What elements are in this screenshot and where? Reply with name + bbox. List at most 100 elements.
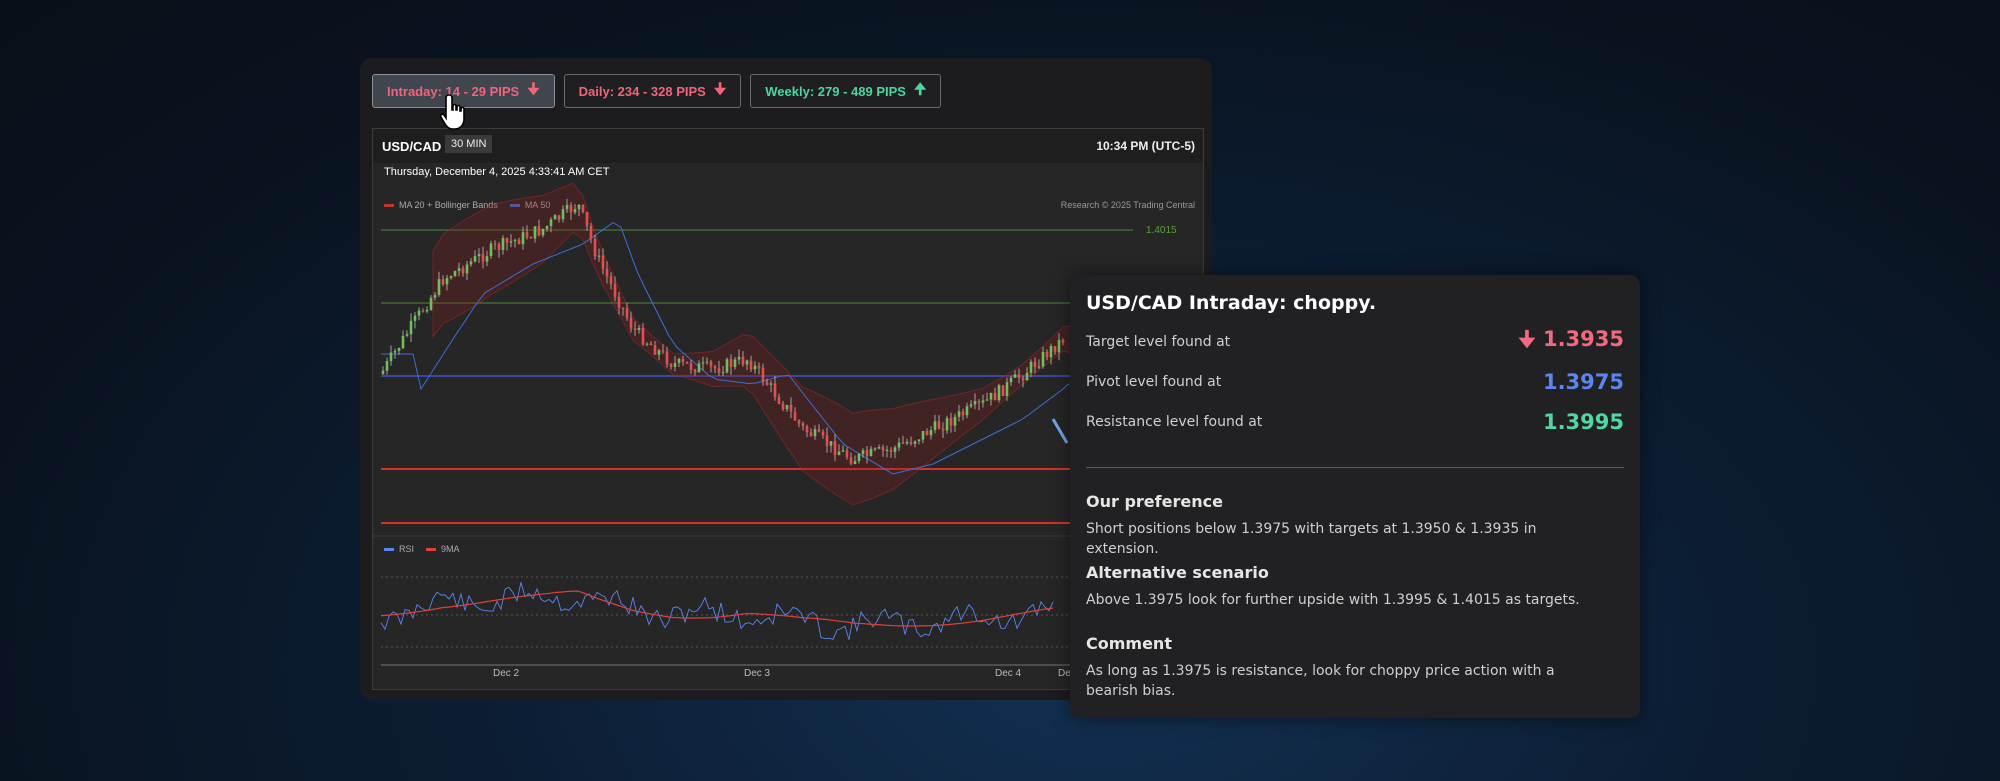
candle-body [641,328,645,345]
pivot-level-label: Pivot level found at [1086,374,1222,390]
candle-body [461,268,465,274]
candle-body [957,411,961,417]
candle-body [513,239,517,242]
candle-body [609,276,613,284]
candle-body [893,447,897,452]
candle-body [1061,339,1065,343]
candle-body [769,383,773,385]
candle-body [929,430,933,436]
candle-body [449,276,453,278]
candle-body [901,442,905,444]
candle-body [705,361,709,363]
legend-9ma: 9MA [426,544,460,554]
candle-body [425,309,429,312]
candle-body [521,232,525,245]
candle-body [869,448,873,456]
target-level-value: 🠋 1.3935 [1518,326,1624,351]
tab-weekly[interactable]: Weekly: 279 - 489 PIPS 🠉 [750,74,942,108]
candle-body [701,362,705,364]
candle-body [405,334,409,336]
candle-body [605,269,609,277]
tab-daily-label: Daily: 234 - 328 PIPS [578,83,706,99]
candle-body [537,226,541,236]
candle-body [881,447,885,451]
resistance-level-value: 1.3995 [1542,410,1624,434]
candle-body [821,431,825,436]
candle-body [753,365,757,370]
candle-body [805,426,809,433]
candle-body [573,209,577,213]
candle-body [741,356,745,365]
candle-body [981,400,985,403]
candle-body [833,441,837,456]
candle-body [541,228,545,236]
candle-body [693,369,697,373]
tab-daily[interactable]: Daily: 234 - 328 PIPS 🠋 [563,74,742,108]
rsi-legend: RSI 9MA [384,544,460,554]
candle-body [853,461,857,464]
candle-body [797,420,801,424]
candle-body [709,361,713,367]
candle-body [1005,382,1009,396]
candle-body [1053,346,1057,353]
candle-body [749,360,753,370]
candle-body [825,435,829,446]
candle-body [653,345,657,355]
candle-body [465,264,469,274]
candle-body [585,211,589,226]
candle-body [533,226,537,239]
candle-body [897,442,901,448]
candle-body [433,294,437,298]
candle-body [469,261,473,265]
analysis-card: USD/CAD Intraday: choppy. Target level f… [1070,275,1640,718]
candle-body [937,421,941,429]
candle-body [589,226,593,239]
candle-body [397,348,401,351]
candle-body [409,320,413,335]
candle-body [557,215,561,220]
candle-body [413,315,417,321]
alternative-text: Above 1.3975 look for further upside wit… [1086,592,1580,608]
candle-body [761,367,765,382]
candle-body [445,278,449,285]
candle-body [493,243,497,245]
candle-body [945,418,949,431]
candle-body [529,237,533,239]
candle-body [501,238,505,250]
candle-body [681,358,685,362]
candle-body [661,350,665,352]
candle-body [517,239,521,245]
alternative-title: Alternative scenario [1086,563,1269,582]
candle-body [1025,372,1029,381]
pivot-level-value: 1.3975 [1542,370,1624,394]
card-divider [1086,467,1624,468]
candle-body [625,308,629,318]
candle-body [813,429,817,437]
candle-body [873,448,877,450]
bollinger-bands [432,182,1074,506]
candle-body [1037,366,1041,368]
candle-body [885,449,889,451]
resistance-level-row: Resistance level found at 1.3995 [1086,407,1624,437]
candle-body [949,418,953,426]
target-level-label: Target level found at [1086,334,1231,350]
candle-body [621,307,625,309]
candle-body [713,366,717,369]
candle-body [565,205,569,210]
arrow-up-icon: 🠉 [913,80,927,98]
candle-body [617,297,621,308]
candle-body [437,279,441,295]
candle-body [601,255,605,269]
candle-body [525,232,529,238]
candle-body [497,244,501,250]
candle-body [441,279,445,285]
candle-body [685,361,689,364]
bollinger-band-area [432,182,1074,506]
candle-body [581,204,585,212]
candle-body [389,352,393,362]
candle-body [845,450,849,458]
arrow-down-icon: 🠋 [527,80,540,98]
card-title: USD/CAD Intraday: choppy. [1086,292,1377,314]
candle-body [973,401,977,405]
candle-body [953,416,957,426]
